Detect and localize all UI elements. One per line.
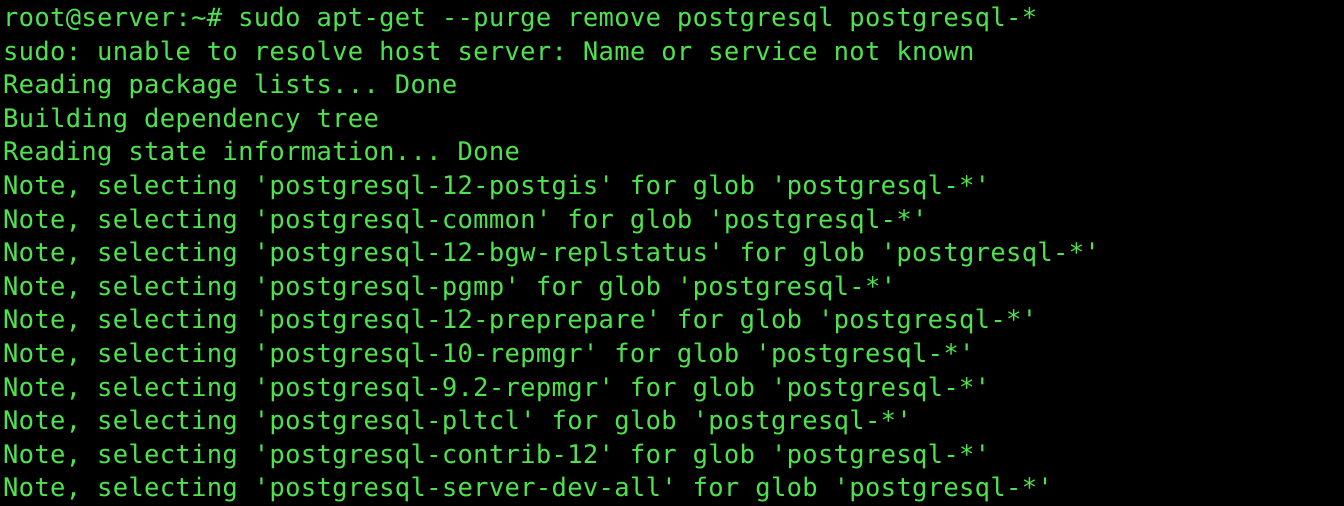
terminal-line-note-postgresql-9-2-repmgr: Note, selecting 'postgresql-9.2-repmgr' … bbox=[3, 372, 991, 403]
terminal-line-reading-package-lists: Reading package lists... Done bbox=[3, 70, 458, 101]
terminal-line-command: root@server:~# sudo apt-get --purge remo… bbox=[3, 3, 1038, 33]
terminal-line-note-postgresql-pltcl: Note, selecting 'postgresql-pltcl' for g… bbox=[3, 406, 912, 437]
terminal-line-note-postgresql-12-postgis: Note, selecting 'postgresql-12-postgis' … bbox=[3, 170, 991, 201]
terminal-line-note-postgresql-contrib-12: Note, selecting 'postgresql-contrib-12' … bbox=[3, 439, 991, 470]
terminal-line-note-postgresql-12-bgw-replstatus: Note, selecting 'postgresql-12-bgw-repls… bbox=[3, 238, 1101, 269]
terminal-line-note-postgresql-10-repmgr: Note, selecting 'postgresql-10-repmgr' f… bbox=[3, 338, 975, 369]
terminal-line-note-postgresql-common: Note, selecting 'postgresql-common' for … bbox=[3, 204, 928, 235]
terminal-line-building-dependency-tree: Building dependency tree bbox=[3, 103, 380, 134]
terminal-line-note-postgresql-12-preprepare: Note, selecting 'postgresql-12-preprepar… bbox=[3, 305, 1038, 336]
terminal-line-note-postgresql-pgmp: Note, selecting 'postgresql-pgmp' for gl… bbox=[3, 271, 897, 302]
terminal-window[interactable]: root@server:~# sudo apt-get --purge remo… bbox=[0, 0, 1344, 506]
terminal-output-screen[interactable]: root@server:~# sudo apt-get --purge remo… bbox=[3, 2, 1344, 506]
terminal-line-note-postgresql-server-dev-all: Note, selecting 'postgresql-server-dev-a… bbox=[3, 473, 1054, 504]
terminal-line-host-warning: sudo: unable to resolve host server: Nam… bbox=[3, 36, 975, 67]
terminal-line-reading-state-information: Reading state information... Done bbox=[3, 137, 521, 168]
